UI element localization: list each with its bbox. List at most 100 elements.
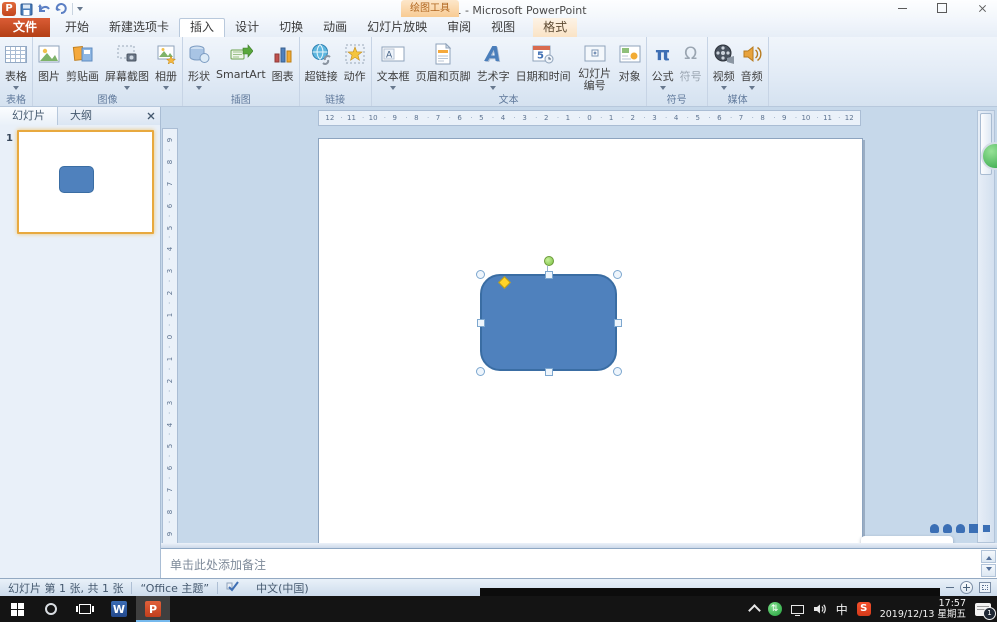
vertical-scrollbar[interactable] [977,110,995,543]
minimize-button[interactable] [891,1,913,15]
panel-tabs: 幻灯片 大纲 [0,107,160,126]
thumbnail-list: 1 [0,125,160,578]
tab-animations[interactable]: 动画 [313,18,357,37]
close-icon [147,112,155,120]
clipart-button[interactable]: 剪贴画 [63,39,102,93]
floating-mini-toolbar[interactable] [930,524,991,533]
action-button[interactable]: 动作 [341,39,369,93]
textbox-button[interactable]: A 文本框 [374,39,413,93]
resize-handle-se[interactable] [613,367,622,376]
close-button[interactable] [971,1,993,15]
group-label-illustrations: 插图 [183,91,299,106]
slide-thumbnail-number: 1 [6,133,13,144]
shapes-button[interactable]: 形状 [185,39,213,93]
notes-placeholder[interactable]: 单击此处添加备注 [161,549,997,573]
powerpoint-taskbar-button[interactable]: P [136,596,170,622]
spellcheck-button[interactable] [218,580,248,595]
slide-thumbnail[interactable] [17,130,154,234]
group-label-table: 表格 [0,91,32,106]
resize-handle-ne[interactable] [613,270,622,279]
hidden-icons-chevron-icon[interactable] [748,604,761,617]
object-button[interactable]: 对象 [616,39,644,93]
smartart-icon [229,41,253,67]
zoom-out-button[interactable] [946,587,954,588]
rotation-handle[interactable] [544,256,554,266]
window-title: 演示文稿1 - Microsoft PowerPoint [0,2,997,18]
minimize-icon [898,8,907,9]
action-icon [344,41,366,67]
tab-slides-thumbnails[interactable]: 幻灯片 [0,107,58,125]
table-button[interactable]: 表格 [2,39,30,93]
textbox-icon: A [381,41,405,67]
datetime-icon: 5 [532,41,554,67]
picture-button[interactable]: 图片 [35,39,63,93]
sogou-input-icon[interactable]: S [857,602,871,616]
display-network-icon[interactable] [791,605,804,614]
slide-number-button[interactable]: 幻灯片编号 [574,39,616,93]
tab-format[interactable]: 格式 [533,18,577,37]
grid-icon[interactable] [982,524,991,533]
ribbon-tab-row: 文件 开始 新建选项卡 插入 设计 切换 动画 幻灯片放映 审阅 视图 格式 [0,18,997,38]
video-button[interactable]: 视频 [710,39,738,93]
audio-button[interactable]: 音频 [738,39,766,93]
chart-button[interactable]: 图表 [269,39,297,93]
tab-slideshow[interactable]: 幻灯片放映 [357,18,437,37]
tab-design[interactable]: 设计 [225,18,269,37]
scroll-up-button[interactable] [981,550,996,563]
screenshot-button[interactable]: 屏幕截图 [102,39,152,93]
notes-scrollbar[interactable] [981,550,996,577]
person-icon[interactable] [930,524,939,533]
photo-album-button[interactable]: 相册 [152,39,180,93]
person-icon[interactable] [943,524,952,533]
wordart-button[interactable]: A 艺术字 [474,39,513,93]
person-icon[interactable] [956,524,965,533]
slide-count-status: 幻灯片 第 1 张, 共 1 张 [0,580,131,596]
tab-review[interactable]: 审阅 [437,18,481,37]
resize-handle-s[interactable] [545,368,553,376]
tab-home[interactable]: 开始 [55,18,99,37]
svg-text:A: A [386,51,393,61]
notes-pane[interactable]: 单击此处添加备注 [161,548,997,578]
resize-handle-w[interactable] [477,319,485,327]
resize-handle-e[interactable] [614,319,622,327]
maximize-icon [937,3,947,13]
resize-handle-nw[interactable] [476,270,485,279]
horizontal-ruler: 1211109876543210123456789101112 [318,110,861,126]
resize-handle-n[interactable] [545,271,553,279]
tab-custom[interactable]: 新建选项卡 [99,18,179,37]
taskbar-clock[interactable]: 17:57 2019/12/13 星期五 [880,598,966,620]
tab-transitions[interactable]: 切换 [269,18,313,37]
cortana-button[interactable] [34,596,68,622]
windows-logo-icon [11,603,24,616]
volume-button[interactable] [813,600,827,619]
group-label-media: 媒体 [708,91,768,106]
clipart-icon [72,41,94,67]
tray-green-icon[interactable]: ⇅ [768,602,782,616]
task-view-button[interactable] [68,596,102,622]
tab-insert[interactable]: 插入 [179,18,225,38]
scroll-down-button[interactable] [981,564,996,577]
word-taskbar-button[interactable]: W [102,596,136,622]
header-footer-button[interactable]: 页眉和页脚 [413,39,474,93]
equation-button[interactable]: π 公式 [649,39,677,93]
tab-outline[interactable]: 大纲 [58,107,104,125]
ime-indicator[interactable]: 中 [836,601,848,618]
language-status[interactable]: 中文(中国) [248,580,317,596]
rounded-rectangle-shape[interactable] [480,274,617,371]
smartart-button[interactable]: SmartArt [213,39,269,93]
maximize-button[interactable] [931,1,953,15]
action-center-button[interactable]: 1 [975,603,991,616]
tab-file[interactable]: 文件 [0,18,50,37]
symbol-button: Ω 符号 [677,39,705,93]
zoom-in-button[interactable] [960,581,973,594]
hyperlink-button[interactable]: 超链接 [302,39,341,93]
shirt-icon[interactable] [969,524,978,533]
datetime-button[interactable]: 5 日期和时间 [513,39,574,93]
object-icon [619,41,641,67]
resize-handle-sw[interactable] [476,367,485,376]
start-button[interactable] [0,596,34,622]
fit-to-window-button[interactable] [979,582,991,593]
tab-view[interactable]: 视图 [481,18,525,37]
panel-close-button[interactable] [142,107,160,125]
hyperlink-icon [310,41,332,67]
